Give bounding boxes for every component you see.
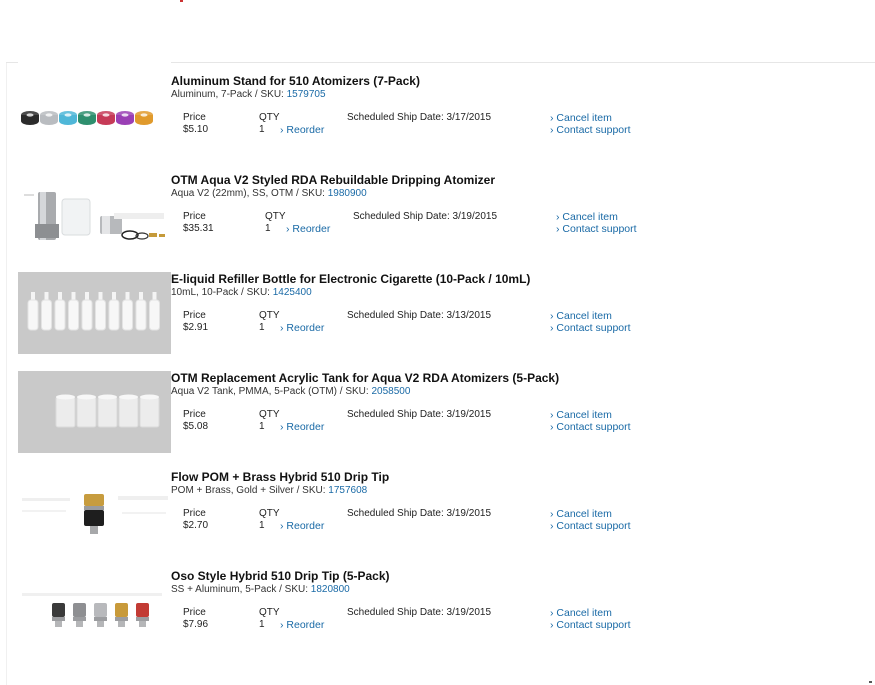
product-options: Aqua V2 (22mm), SS, OTM / SKU: 1980900 (171, 188, 367, 199)
product-thumbnail[interactable] (18, 62, 171, 144)
product-options: POM + Brass, Gold + Silver / SKU: 175760… (171, 485, 368, 496)
product-title[interactable]: Oso Style Hybrid 510 Drip Tip (5-Pack) (171, 569, 390, 583)
price-label: Price (183, 310, 206, 321)
ship-date: Scheduled Ship Date: 3/19/2015 (347, 508, 492, 519)
price-value: $2.70 (183, 520, 209, 531)
reorder-link[interactable]: › Reorder (280, 520, 324, 532)
sku-link[interactable]: 1579705 (287, 89, 326, 100)
qty-value: 1 (259, 322, 265, 333)
cancel-item-link[interactable]: › Cancel item (550, 508, 612, 520)
product-thumbnail[interactable] (18, 371, 171, 453)
ship-date: Scheduled Ship Date: 3/17/2015 (347, 112, 492, 123)
price-value: $2.91 (183, 322, 209, 333)
product-options: 10mL, 10-Pack / SKU: 1425400 (171, 287, 312, 298)
cancel-item-link[interactable]: › Cancel item (550, 310, 612, 322)
order-item: OTM Aqua V2 Styled RDA Rebuildable Dripp… (0, 161, 875, 260)
price-value: $35.31 (183, 223, 214, 234)
product-title[interactable]: E-liquid Refiller Bottle for Electronic … (171, 272, 530, 286)
product-title[interactable]: Aluminum Stand for 510 Atomizers (7-Pack… (171, 74, 420, 88)
contact-support-link[interactable]: › Contact support (550, 421, 631, 433)
product-title[interactable]: OTM Replacement Acrylic Tank for Aqua V2… (171, 371, 559, 385)
qty-value: 1 (265, 223, 271, 234)
drip-tips-5pack-image (22, 593, 162, 627)
sku-link[interactable]: 2058500 (371, 386, 410, 397)
contact-support-link[interactable]: › Contact support (550, 520, 631, 532)
reorder-link[interactable]: › Reorder (280, 421, 324, 433)
price-label: Price (183, 211, 206, 222)
product-thumbnail[interactable] (18, 272, 171, 354)
ship-date: Scheduled Ship Date: 3/19/2015 (353, 211, 498, 222)
product-title[interactable]: Flow POM + Brass Hybrid 510 Drip Tip (171, 470, 389, 484)
contact-support-link[interactable]: › Contact support (550, 124, 631, 136)
product-thumbnail[interactable] (18, 161, 171, 243)
aluminum-stand-image (21, 111, 153, 125)
cancel-item-link[interactable]: › Cancel item (550, 112, 612, 124)
drip-tip-image (22, 494, 168, 534)
sku-link[interactable]: 1820800 (311, 584, 350, 595)
qty-label: QTY (259, 508, 280, 519)
ship-date: Scheduled Ship Date: 3/19/2015 (347, 409, 492, 420)
qty-label: QTY (259, 607, 280, 618)
product-options: SS + Aluminum, 5-Pack / SKU: 1820800 (171, 584, 350, 595)
qty-label: QTY (259, 310, 280, 321)
sku-link[interactable]: 1757608 (328, 485, 367, 496)
contact-support-link[interactable]: › Contact support (556, 223, 637, 235)
order-item: Oso Style Hybrid 510 Drip Tip (5-Pack) S… (0, 557, 875, 656)
reorder-link[interactable]: › Reorder (280, 124, 324, 136)
refill-bottles-image (27, 292, 160, 331)
order-item: Flow POM + Brass Hybrid 510 Drip Tip POM… (0, 458, 875, 557)
product-options: Aluminum, 7-Pack / SKU: 1579705 (171, 89, 326, 100)
order-item: E-liquid Refiller Bottle for Electronic … (0, 260, 875, 359)
price-value: $5.08 (183, 421, 209, 432)
order-item: Aluminum Stand for 510 Atomizers (7-Pack… (0, 62, 875, 161)
reorder-link[interactable]: › Reorder (286, 223, 330, 235)
top-red-mark (180, 0, 183, 2)
price-value: $7.96 (183, 619, 209, 630)
price-label: Price (183, 409, 206, 420)
price-label: Price (183, 508, 206, 519)
qty-value: 1 (259, 421, 265, 432)
sku-link[interactable]: 1425400 (273, 287, 312, 298)
ship-date: Scheduled Ship Date: 3/19/2015 (347, 607, 492, 618)
product-options: Aqua V2 Tank, PMMA, 5-Pack (OTM) / SKU: … (171, 386, 411, 397)
qty-label: QTY (265, 211, 286, 222)
qty-label: QTY (259, 112, 280, 123)
qty-value: 1 (259, 124, 265, 135)
price-label: Price (183, 112, 206, 123)
product-title[interactable]: OTM Aqua V2 Styled RDA Rebuildable Dripp… (171, 173, 495, 187)
cancel-item-link[interactable]: › Cancel item (550, 409, 612, 421)
corner-mark (869, 681, 872, 683)
product-thumbnail[interactable] (18, 458, 171, 540)
qty-value: 1 (259, 619, 265, 630)
reorder-link[interactable]: › Reorder (280, 619, 324, 631)
contact-support-link[interactable]: › Contact support (550, 322, 631, 334)
qty-label: QTY (259, 409, 280, 420)
acrylic-tanks-image (55, 394, 160, 428)
cancel-item-link[interactable]: › Cancel item (556, 211, 618, 223)
rda-atomizer-image (24, 192, 165, 240)
contact-support-link[interactable]: › Contact support (550, 619, 631, 631)
order-item: OTM Replacement Acrylic Tank for Aqua V2… (0, 359, 875, 458)
sku-link[interactable]: 1980900 (328, 188, 367, 199)
reorder-link[interactable]: › Reorder (280, 322, 324, 334)
ship-date: Scheduled Ship Date: 3/13/2015 (347, 310, 492, 321)
price-label: Price (183, 607, 206, 618)
qty-value: 1 (259, 520, 265, 531)
price-value: $5.10 (183, 124, 209, 135)
cancel-item-link[interactable]: › Cancel item (550, 607, 612, 619)
product-thumbnail[interactable] (18, 557, 171, 639)
